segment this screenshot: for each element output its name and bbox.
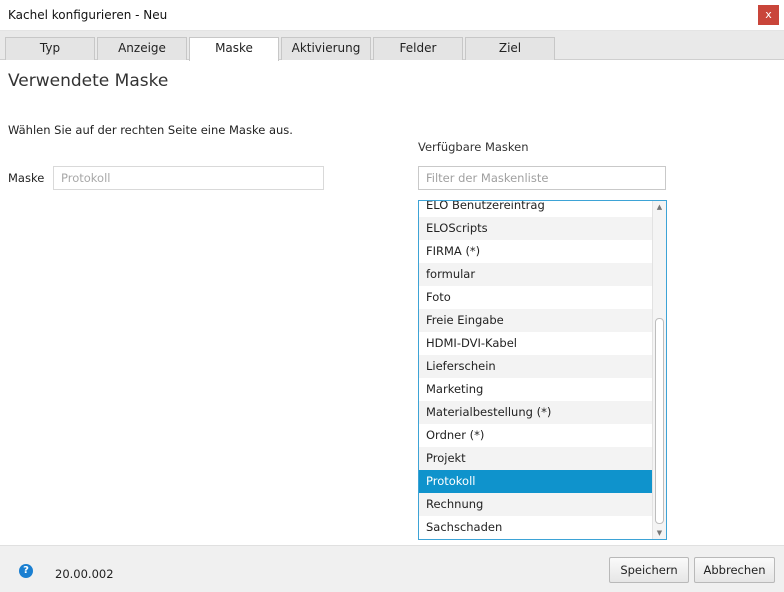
mask-filter-input[interactable]: Filter der Maskenliste [418, 166, 666, 190]
list-item[interactable]: ELOScripts [419, 217, 653, 240]
tab-ziel[interactable]: Ziel [465, 37, 555, 60]
available-masks-label: Verfügbare Masken [418, 140, 529, 154]
list-item[interactable]: HDMI-DVI-Kabel [419, 332, 653, 355]
cancel-button[interactable]: Abbrechen [694, 557, 775, 583]
list-item[interactable]: Ordner (*) [419, 424, 653, 447]
page-title: Verwendete Maske [8, 71, 169, 91]
version-label: 20.00.002 [55, 567, 114, 581]
title-bar: Kachel konfigurieren - Neu x [0, 0, 784, 31]
list-item[interactable]: Lieferschein [419, 355, 653, 378]
close-button[interactable]: x [758, 5, 779, 25]
question-circle-icon[interactable]: ? [19, 564, 33, 578]
mask-label: Maske [8, 171, 45, 185]
footer-bar: ? 20.00.002 Speichern Abbrechen [0, 545, 784, 592]
mask-field[interactable]: Protokoll [53, 166, 324, 190]
tab-typ[interactable]: Typ [5, 37, 95, 60]
mask-list-items: ELO Benutzereintrag ELOScripts FIRMA (*)… [419, 201, 653, 539]
list-scrollbar[interactable]: ▲ ▼ [652, 201, 666, 539]
list-item[interactable]: Sachschaden [419, 516, 653, 539]
list-item[interactable]: Foto [419, 286, 653, 309]
tab-anzeige[interactable]: Anzeige [97, 37, 187, 60]
scrollbar-thumb[interactable] [655, 318, 664, 524]
mask-list[interactable]: ELO Benutzereintrag ELOScripts FIRMA (*)… [418, 200, 667, 540]
save-button[interactable]: Speichern [609, 557, 689, 583]
window-title: Kachel konfigurieren - Neu [8, 8, 168, 22]
tab-felder[interactable]: Felder [373, 37, 463, 60]
list-item[interactable]: Projekt [419, 447, 653, 470]
list-item[interactable]: formular [419, 263, 653, 286]
scroll-down-arrow-icon[interactable]: ▼ [653, 527, 666, 539]
tab-maske[interactable]: Maske [189, 37, 279, 61]
tab-aktivierung[interactable]: Aktivierung [281, 37, 371, 60]
instruction-text: Wählen Sie auf der rechten Seite eine Ma… [8, 123, 293, 137]
list-item[interactable]: FIRMA (*) [419, 240, 653, 263]
tab-bar: Typ Anzeige Maske Aktivierung Felder Zie… [0, 31, 784, 61]
list-item-selected[interactable]: Protokoll [419, 470, 653, 493]
list-item[interactable]: Rechnung [419, 493, 653, 516]
list-item[interactable]: Marketing [419, 378, 653, 401]
list-item[interactable]: Materialbestellung (*) [419, 401, 653, 424]
list-item[interactable]: ELO Benutzereintrag [419, 201, 653, 217]
list-item[interactable]: Freie Eingabe [419, 309, 653, 332]
scroll-up-arrow-icon[interactable]: ▲ [653, 201, 666, 213]
